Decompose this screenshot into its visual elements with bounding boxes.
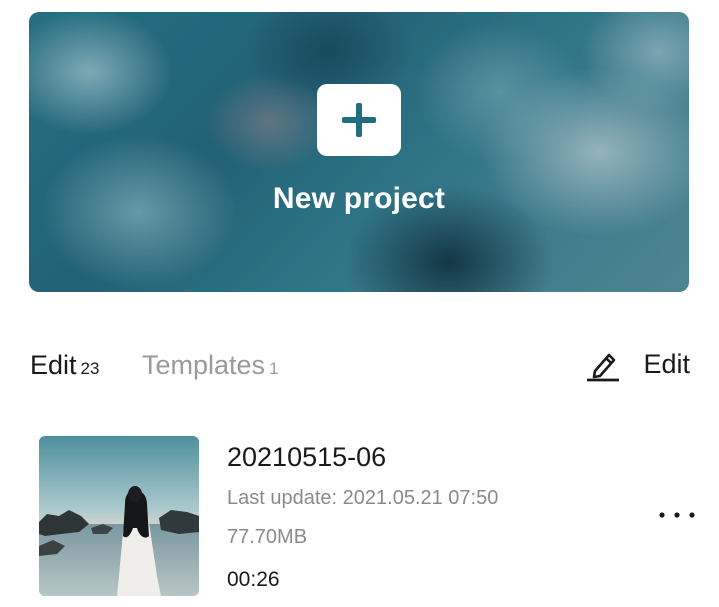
project-more-button[interactable] (655, 500, 699, 530)
tab-edit-label: Edit (30, 350, 77, 380)
tab-templates[interactable]: Templates 1 (142, 350, 279, 381)
tab-templates-count: 1 (269, 359, 279, 378)
tab-edit-count: 23 (80, 359, 100, 378)
plus-icon (342, 103, 376, 137)
tabs-row: Edit 23 Templates 1 Edit (30, 340, 690, 390)
new-project-banner[interactable]: New project (29, 12, 689, 292)
project-last-update: Last update: 2021.05.21 07:50 (227, 487, 499, 509)
tab-templates-label: Templates (142, 350, 266, 380)
project-size: 77.70MB (227, 526, 308, 548)
project-item[interactable]: 20210515-06 Last update: 2021.05.21 07:5… (39, 436, 699, 598)
project-name: 20210515-06 (227, 442, 387, 472)
pencil-icon (587, 353, 620, 382)
edit-projects-label: Edit (643, 348, 690, 379)
new-project-label: New project (272, 182, 446, 215)
edit-projects-button[interactable]: Edit (587, 344, 690, 384)
more-dots-icon (659, 512, 695, 518)
new-project-plus-button[interactable] (317, 84, 401, 156)
tab-edit[interactable]: Edit 23 (30, 350, 99, 381)
woman-on-beach-thumbnail (39, 436, 199, 596)
project-thumbnail[interactable] (39, 436, 199, 596)
project-duration: 00:26 (227, 568, 280, 591)
